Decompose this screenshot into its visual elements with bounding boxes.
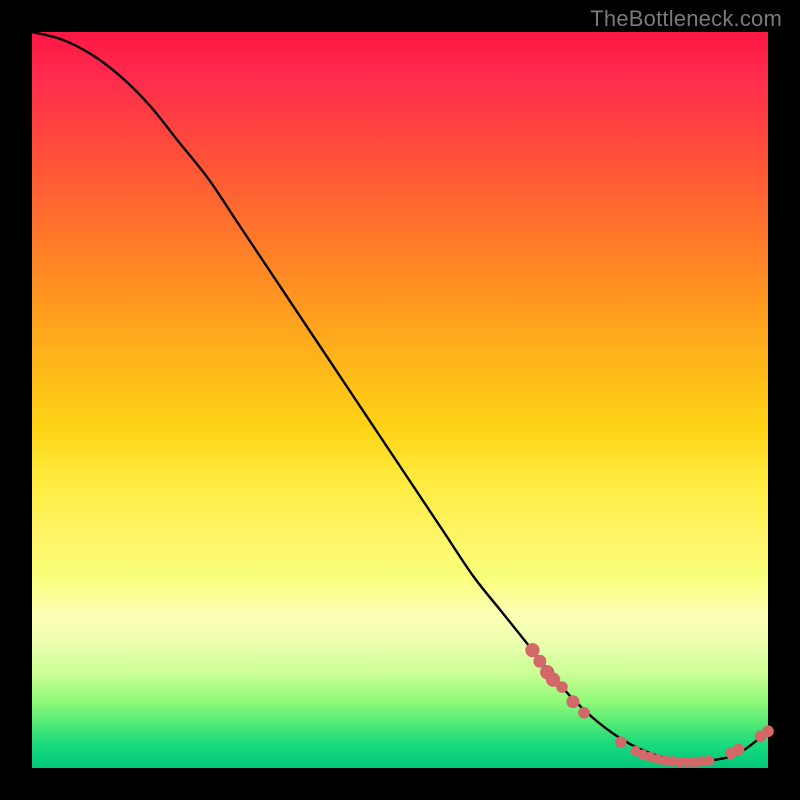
bottleneck-curve (32, 32, 768, 762)
marker-group (525, 643, 774, 767)
chart-frame: TheBottleneck.com (0, 0, 800, 800)
data-marker (762, 725, 774, 737)
data-marker (704, 755, 714, 765)
data-marker (733, 744, 745, 756)
data-marker (566, 695, 579, 708)
plot-area (32, 32, 768, 768)
data-marker (578, 707, 590, 719)
data-marker (615, 736, 627, 748)
data-marker (556, 681, 568, 693)
curve-svg (32, 32, 768, 768)
watermark-label: TheBottleneck.com (590, 6, 782, 32)
